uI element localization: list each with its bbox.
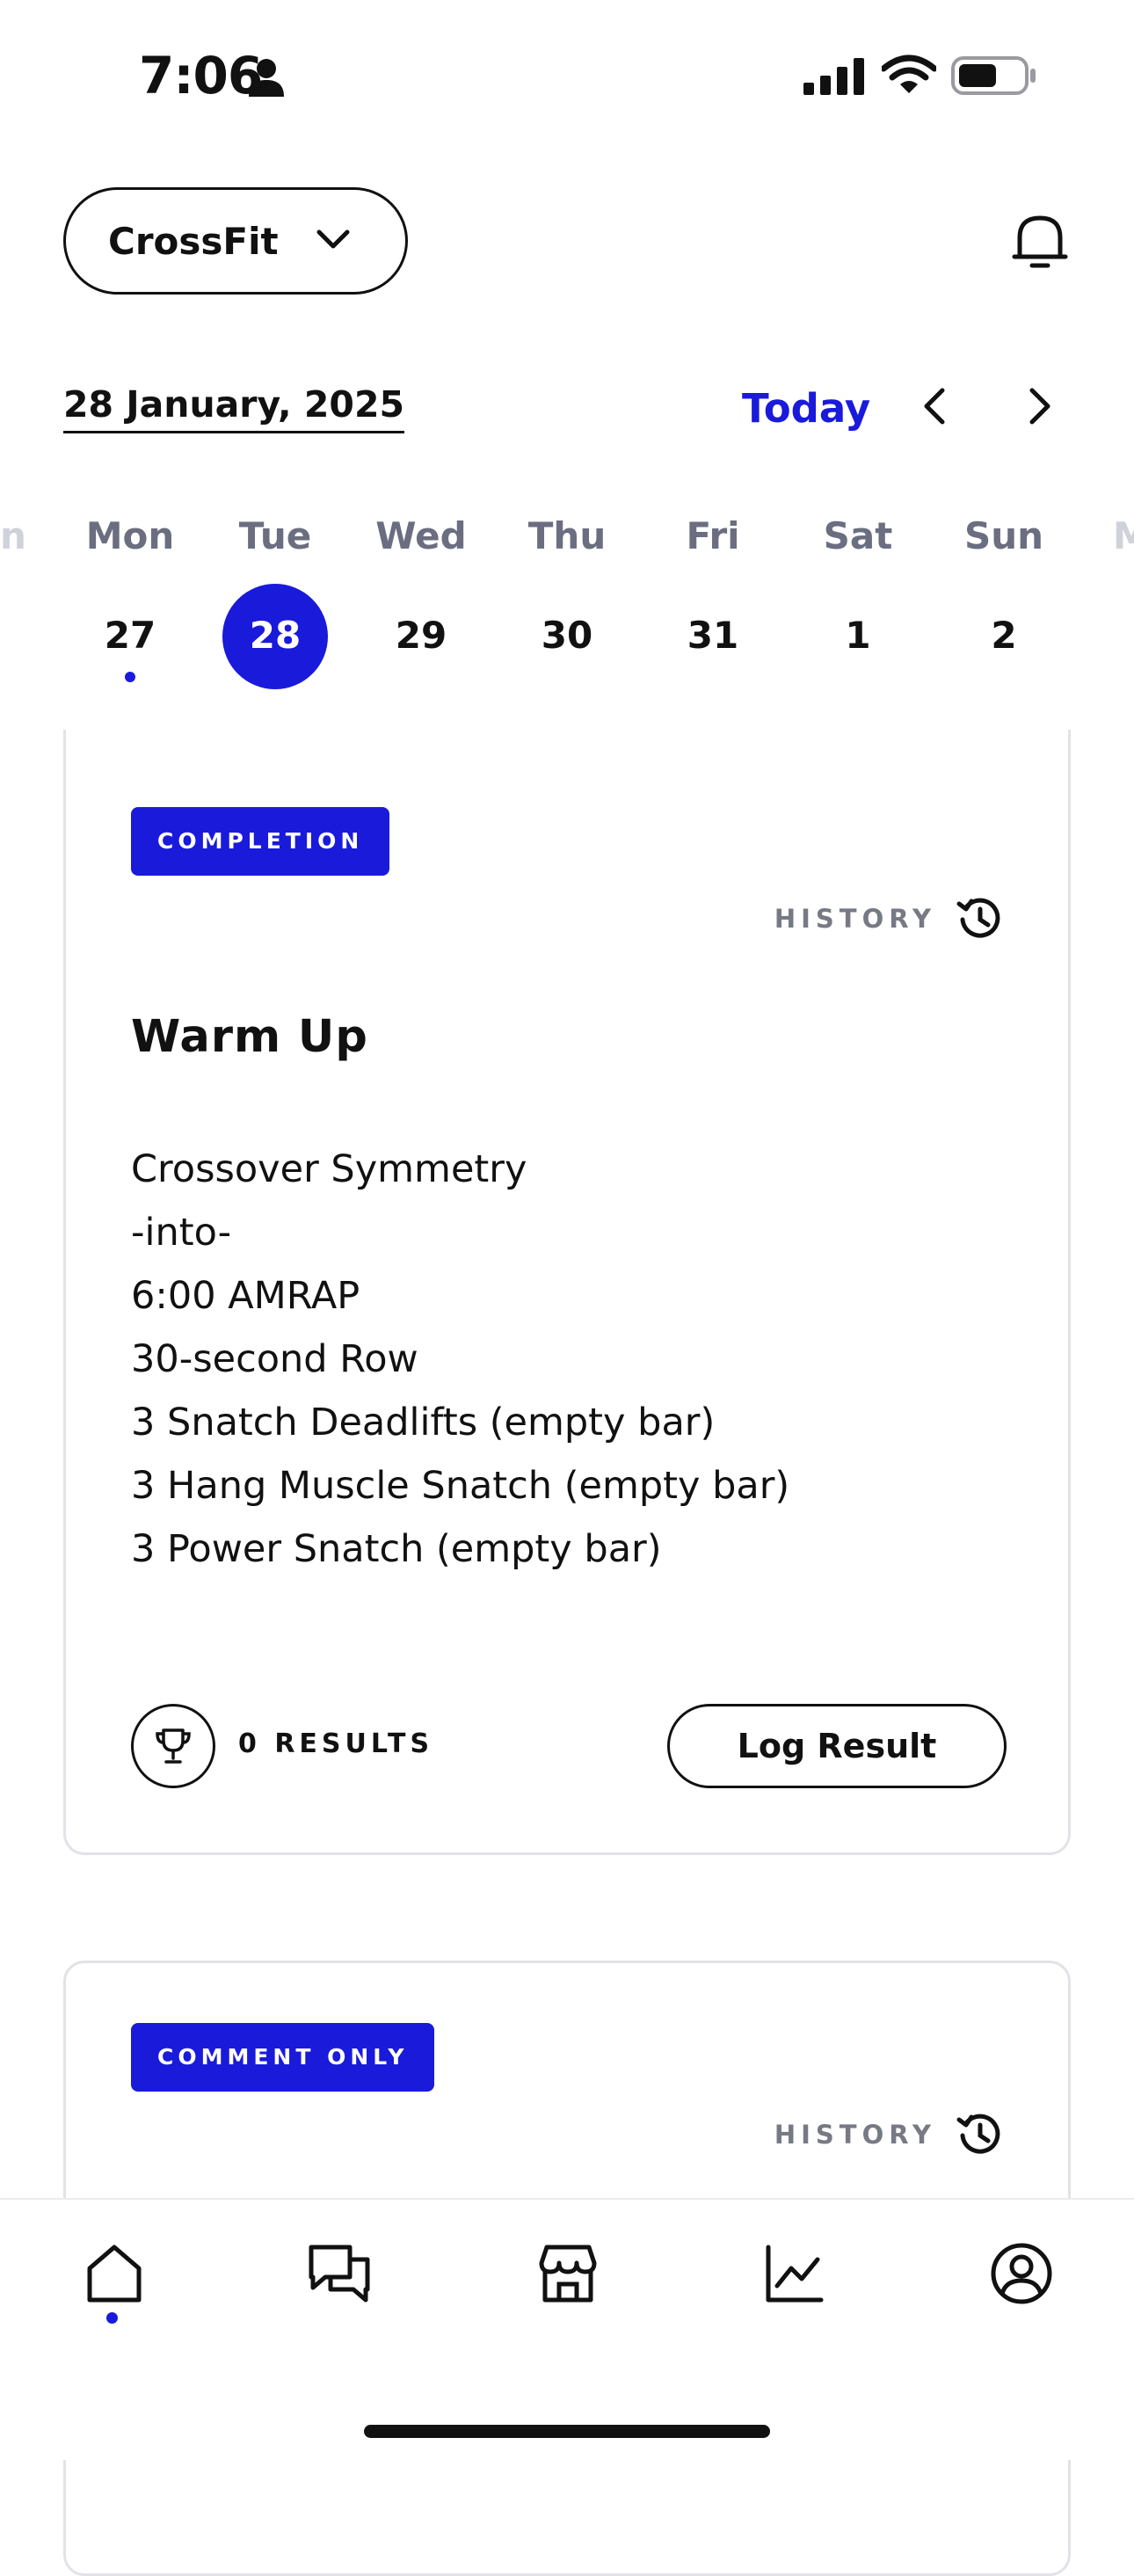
week-day-name: Sun — [963, 514, 1044, 557]
leaderboard-button[interactable] — [131, 1704, 215, 1788]
week-day-thu[interactable]: Thu 30 — [514, 510, 620, 689]
bell-icon[interactable] — [1009, 211, 1071, 274]
week-day-wed[interactable]: Wed 29 — [368, 510, 474, 689]
week-day-sat[interactable]: Sat 1 — [805, 510, 911, 689]
date: 2 — [951, 584, 1057, 689]
store-icon — [539, 2245, 597, 2303]
week-day-name: Sat — [823, 514, 893, 557]
selected-date: 28 — [222, 584, 328, 689]
date-picker-label[interactable]: 28 January, 2025 — [63, 383, 405, 433]
history-icon — [956, 2114, 1000, 2154]
week-day-tue[interactable]: Tue 28 — [222, 510, 328, 689]
date: 31 — [660, 584, 766, 689]
history-icon — [956, 898, 1000, 938]
home-indicator — [364, 2425, 770, 2438]
week-day-number: 1 — [845, 614, 871, 657]
workout-line: 30-second Row — [131, 1337, 418, 1381]
week-edge-prev: n — [0, 514, 26, 557]
week-day-name: Tue — [238, 514, 312, 557]
workout-line: -into- — [131, 1211, 232, 1255]
signal-icon — [803, 58, 864, 95]
tab-home[interactable] — [79, 2238, 149, 2309]
battery-icon — [951, 56, 1036, 95]
profile-icon — [991, 2243, 1052, 2304]
chat-icon — [309, 2245, 370, 2303]
workout-line: 3 Hang Muscle Snatch (empty bar) — [131, 1464, 790, 1508]
week-day-name: Fri — [686, 514, 740, 557]
workout-type-badge: COMMENT ONLY — [131, 2023, 435, 2092]
today-button[interactable]: Today — [742, 385, 870, 432]
wifi-icon — [882, 55, 936, 93]
week-day-number: 27 — [104, 614, 156, 657]
results-count: 0 RESULTS — [238, 1728, 434, 1759]
workout-line: 3 Power Snatch (empty bar) — [131, 1527, 662, 1571]
home-icon — [87, 2245, 142, 2303]
week-day-number: 29 — [395, 614, 447, 657]
week-strip: n M Mon 27 Tue 28 Wed 29 Thu 30 Fri 31 Sat 1 Sun 2 — [0, 510, 1134, 703]
gym-name: CrossFit — [108, 220, 279, 263]
status-time: 7:06 — [139, 46, 263, 106]
date: 30 — [514, 584, 620, 689]
person-icon — [249, 59, 284, 97]
workout-type-badge: COMPLETION — [131, 807, 390, 876]
week-day-fri[interactable]: Fri 31 — [660, 510, 766, 689]
gym-selector[interactable]: CrossFit — [63, 187, 408, 295]
history-button[interactable]: HISTORY — [741, 2109, 1005, 2162]
history-button[interactable]: HISTORY — [741, 893, 1005, 946]
tab-profile[interactable] — [986, 2238, 1057, 2309]
date: 1 — [805, 584, 911, 689]
trophy-icon — [156, 1728, 191, 1764]
workout-card: COMPLETION HISTORY Warm Up Crossover Sym… — [63, 730, 1071, 1855]
workout-line: 3 Snatch Deadlifts (empty bar) — [131, 1401, 716, 1444]
chart-icon — [766, 2245, 824, 2303]
week-day-name: Mon — [85, 514, 175, 557]
week-day-name: Wed — [375, 514, 467, 557]
chevron-down-icon — [316, 229, 350, 249]
week-day-name: Thu — [527, 514, 607, 557]
has-workout-dot — [125, 672, 135, 682]
week-day-mon[interactable]: Mon 27 — [77, 510, 183, 689]
week-day-number: 31 — [687, 614, 739, 657]
week-day-number: 30 — [541, 614, 593, 657]
workout-title: Warm Up — [131, 1011, 368, 1063]
tab-messages[interactable] — [304, 2238, 374, 2309]
workout-line: 6:00 AMRAP — [131, 1274, 360, 1318]
week-day-number: 28 — [249, 614, 302, 657]
tab-bar — [0, 2198, 1134, 2460]
tab-progress[interactable] — [760, 2238, 830, 2309]
log-result-button[interactable]: Log Result — [667, 1704, 1007, 1788]
active-tab-indicator — [106, 2312, 118, 2324]
week-day-sun[interactable]: Sun 2 — [951, 510, 1057, 689]
history-label: HISTORY — [774, 2120, 936, 2150]
history-label: HISTORY — [774, 904, 936, 934]
week-edge-next: M — [1113, 514, 1134, 557]
date: 29 — [368, 584, 474, 689]
chevron-left-icon[interactable] — [918, 387, 953, 426]
tab-store[interactable] — [533, 2238, 603, 2309]
chevron-right-icon[interactable] — [1021, 387, 1057, 426]
workout-line: Crossover Symmetry — [131, 1147, 527, 1191]
workout-description: Crossover Symmetry -into- 6:00 AMRAP 30-… — [131, 1138, 789, 1581]
status-bar: 7:06 — [0, 0, 1134, 154]
week-day-number: 2 — [991, 614, 1017, 657]
